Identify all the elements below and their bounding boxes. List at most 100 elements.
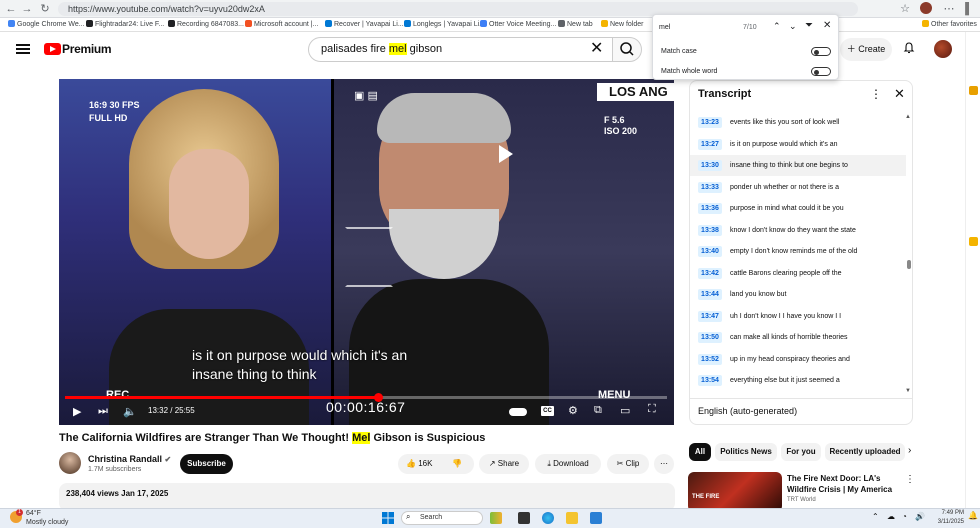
channel-name[interactable]: Christina Randall ✔ — [88, 454, 171, 464]
scroll-down-icon[interactable]: ▼ — [905, 388, 911, 394]
dislike-button[interactable]: 👎 — [452, 454, 462, 474]
search-button[interactable] — [612, 37, 642, 62]
fullscreen-icon[interactable]: ⛶ — [648, 403, 656, 416]
clip-button[interactable]: ✂ Clip — [607, 454, 649, 474]
file-explorer-icon[interactable] — [566, 512, 578, 524]
transcript-timestamp[interactable]: 13:50 — [698, 332, 722, 343]
more-vert-icon[interactable]: ⋮ — [905, 474, 915, 485]
create-button[interactable]: ＋ Create — [840, 38, 892, 61]
edge-icon[interactable] — [542, 512, 554, 524]
youtube-logo-icon[interactable] — [44, 43, 61, 55]
more-icon[interactable]: ⋯ — [942, 2, 956, 16]
transcript-row[interactable]: 13:44 land you know but — [690, 284, 906, 305]
theater-mode-icon[interactable]: ▭ — [620, 404, 630, 417]
store-icon[interactable] — [590, 512, 602, 524]
taskbar-search[interactable]: Search — [401, 511, 483, 525]
transcript-row[interactable]: 13:40 empty I don't know reminds me of th… — [690, 241, 906, 262]
transcript-row[interactable]: 13:50 can make all kinds of horrible theo… — [690, 327, 906, 348]
speaker-icon[interactable]: 🔊 — [915, 512, 925, 521]
bookmark-item[interactable]: New folder — [601, 20, 643, 30]
settings-icon[interactable]: ⚙ — [568, 404, 578, 417]
refresh-icon[interactable]: ↻ — [38, 2, 52, 16]
transcript-row[interactable]: 13:33 ponder uh whether or not there is a — [690, 177, 906, 198]
recommended-thumbnail[interactable]: THE FIRE — [688, 472, 782, 512]
menu-icon[interactable] — [16, 44, 30, 54]
transcript-timestamp[interactable]: 13:52 — [698, 353, 722, 365]
taskbar-clock[interactable]: 7:49 PM 3/11/2025 — [930, 509, 964, 527]
transcript-timestamp[interactable]: 13:40 — [698, 246, 722, 257]
notification-icon[interactable]: 🔔 — [968, 511, 978, 520]
transcript-timestamp[interactable]: 13:38 — [698, 224, 722, 236]
search-input[interactable]: palisades fire mel gibson — [308, 37, 613, 62]
bookmark-item[interactable]: Other favorites — [922, 20, 977, 30]
find-input[interactable]: mel — [659, 24, 670, 31]
chip-all[interactable]: All — [689, 443, 711, 461]
transcript-scrollbar[interactable] — [907, 260, 911, 269]
bookmark-item[interactable]: Longlegs | Yavapai Li... — [404, 20, 485, 30]
transcript-timestamp[interactable]: 13:33 — [698, 181, 722, 193]
close-transcript-icon[interactable]: ✕ — [894, 86, 905, 102]
find-prev-icon[interactable]: ⌃ — [773, 21, 781, 32]
sidebar-app-icon[interactable] — [969, 86, 978, 95]
like-button[interactable]: 👍 16K — [406, 454, 432, 474]
transcript-language[interactable]: English (auto-generated) — [698, 406, 797, 416]
captions-icon[interactable]: CC — [541, 406, 554, 416]
chip-politics-news[interactable]: Politics News — [715, 443, 777, 461]
bookmark-item[interactable]: Recording 6847083... — [168, 20, 244, 30]
match-whole-word-toggle[interactable] — [811, 67, 831, 76]
transcript-timestamp[interactable]: 13:30 — [698, 160, 722, 171]
channel-avatar[interactable] — [59, 452, 81, 474]
bookmark-item[interactable]: Flightradar24: Live F... — [86, 20, 164, 30]
description-box[interactable]: 238,404 views Jan 17, 2025 — [59, 483, 675, 511]
miniplayer-icon[interactable]: ▣ ▤ — [354, 89, 378, 102]
transcript-row[interactable]: 13:47 uh I don't know I I have you know I… — [690, 306, 906, 327]
forward-icon[interactable]: → — [20, 2, 34, 16]
bookmark-item[interactable]: Otter Voice Meeting... — [480, 20, 556, 30]
transcript-timestamp[interactable]: 13:42 — [698, 267, 722, 279]
transcript-timestamp[interactable]: 13:47 — [698, 310, 722, 322]
account-avatar[interactable] — [934, 40, 952, 58]
chip-for-you[interactable]: For you — [781, 443, 821, 461]
bookmark-item[interactable]: Recover | Yavapai Li... — [325, 20, 404, 30]
transcript-timestamp[interactable]: 13:54 — [698, 375, 722, 386]
share-button[interactable]: ↗ Share — [479, 454, 529, 474]
filter-icon[interactable]: ⏷ — [805, 20, 813, 31]
profile-avatar[interactable] — [920, 2, 932, 14]
next-icon[interactable]: ⏭ — [98, 405, 108, 418]
favorites-icon[interactable]: ☆ — [898, 2, 912, 16]
transcript-timestamp[interactable]: 13:23 — [698, 117, 722, 128]
sidebar-app-icon[interactable] — [969, 237, 978, 246]
transcript-row[interactable]: 13:36 purpose in mind what could it be yo… — [690, 198, 906, 219]
transcript-row[interactable]: 13:38 know I don't know do they want the … — [690, 220, 906, 241]
more-vert-icon[interactable]: ⋮ — [870, 87, 882, 101]
transcript-row[interactable]: 13:52 up in my head conspiracy theories a… — [690, 349, 906, 370]
more-actions-icon[interactable]: ⋯ — [654, 454, 674, 474]
transcript-row[interactable]: 13:30 insane thing to think but one begin… — [690, 155, 906, 176]
transcript-row[interactable]: 13:27 is it on purpose would which it's a… — [690, 134, 906, 155]
scroll-up-icon[interactable]: ▲ — [905, 114, 911, 120]
find-next-icon[interactable]: ⌄ — [789, 21, 797, 32]
download-button[interactable]: ⤓ Download — [535, 454, 601, 474]
miniplayer-button-icon[interactable]: ⧉ — [594, 404, 602, 417]
transcript-timestamp[interactable]: 13:27 — [698, 138, 722, 150]
wifi-icon[interactable]: ◔ — [902, 512, 907, 521]
transcript-timestamp[interactable]: 13:44 — [698, 289, 722, 300]
chevron-up-icon[interactable]: ⌃ — [872, 512, 879, 521]
transcript-row[interactable]: 13:23 events like this you sort of look w… — [690, 112, 906, 133]
widgets-icon[interactable] — [490, 512, 502, 524]
notifications-icon[interactable] — [903, 42, 915, 54]
chevron-right-icon[interactable]: › — [908, 445, 911, 456]
youtube-brand[interactable]: Premium — [62, 42, 112, 56]
subscribe-button[interactable]: Subscribe — [180, 454, 233, 474]
bookmark-item[interactable]: Microsoft account |... — [245, 20, 318, 30]
transcript-timestamp[interactable]: 13:36 — [698, 203, 722, 214]
chip-recently-uploaded[interactable]: Recently uploaded — [825, 443, 905, 461]
transcript-row[interactable]: 13:54 everything else but it just seemed … — [690, 370, 906, 391]
bookmark-item[interactable]: Google Chrome We... — [8, 20, 85, 30]
search-clear-icon[interactable]: ✕ — [590, 38, 603, 58]
windows-start-icon[interactable] — [382, 512, 394, 524]
play-icon[interactable]: ▶ — [73, 405, 81, 418]
weather-widget[interactable]: 64°F Mostly cloudy — [26, 509, 68, 527]
task-view-icon[interactable] — [518, 512, 530, 524]
onedrive-icon[interactable]: ☁ — [887, 512, 895, 521]
